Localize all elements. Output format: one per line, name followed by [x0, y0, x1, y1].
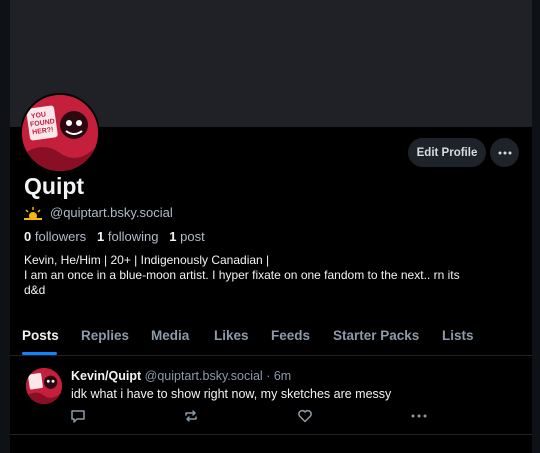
- reply-icon: [71, 410, 85, 423]
- post-header: Kevin/Quipt @quiptart.bsky.social · 6m: [71, 369, 291, 383]
- tab-replies[interactable]: Replies: [81, 328, 129, 343]
- tab-posts[interactable]: Posts: [22, 328, 59, 343]
- ellipsis-icon: [498, 151, 511, 154]
- tab-media[interactable]: Media: [151, 328, 189, 343]
- followers-count: 0: [24, 229, 32, 244]
- left-gutter: [0, 0, 10, 453]
- following-link[interactable]: 1 following: [97, 229, 158, 244]
- repost-icon: [185, 410, 197, 422]
- like-icon: [298, 409, 312, 423]
- posts-count: 1: [169, 229, 177, 244]
- display-name: Quipt: [24, 173, 85, 199]
- post-menu-icon: [411, 414, 427, 418]
- avatar-illustration: [26, 368, 62, 404]
- post-divider: [10, 434, 532, 435]
- following-label: following: [107, 229, 159, 244]
- post-author-avatar[interactable]: [26, 368, 62, 404]
- profile-stats: 0 followers 1 following 1 post: [24, 229, 205, 244]
- post-menu-button[interactable]: [410, 407, 428, 425]
- followers-label: followers: [34, 229, 87, 244]
- tab-starter-packs[interactable]: Starter Packs: [333, 328, 419, 343]
- post-author-handle[interactable]: @quiptart.bsky.social: [145, 369, 263, 383]
- right-gutter: [532, 0, 540, 453]
- tab-feeds[interactable]: Feeds: [271, 328, 310, 343]
- bio-line: Kevin, He/Him | 20+ | Indigenously Canad…: [24, 253, 270, 267]
- bio-line: I am an once in a blue-moon artist. I hy…: [24, 268, 460, 282]
- bio-line: d&d: [24, 283, 46, 297]
- posts-stat: 1 post: [169, 229, 204, 244]
- profile-tabs: Posts Replies Media Likes Feeds Starter …: [10, 318, 532, 356]
- profile-column: YOU FOUND HER?! Edit Profile Quipt @quip…: [10, 0, 532, 453]
- post-time[interactable]: 6m: [274, 369, 291, 383]
- following-count: 1: [97, 229, 105, 244]
- tab-lists[interactable]: Lists: [442, 328, 474, 343]
- followers-link[interactable]: 0 followers: [24, 229, 86, 244]
- handle-row: @quiptart.bsky.social: [24, 205, 173, 220]
- like-button[interactable]: [296, 407, 314, 425]
- posts-label: post: [180, 229, 205, 244]
- more-options-button[interactable]: [490, 138, 519, 167]
- profile-avatar[interactable]: YOU FOUND HER?!: [20, 93, 100, 173]
- reply-button[interactable]: [69, 407, 87, 425]
- tab-likes[interactable]: Likes: [214, 328, 249, 343]
- repost-button[interactable]: [182, 407, 200, 425]
- post-author-name[interactable]: Kevin/Quipt: [71, 369, 141, 383]
- post-separator: ·: [266, 369, 271, 383]
- profile-bio: Kevin, He/Him | 20+ | Indigenously Canad…: [24, 253, 514, 298]
- active-tab-indicator: [22, 352, 57, 355]
- sun-emoji: [24, 206, 42, 220]
- edit-profile-button[interactable]: Edit Profile: [408, 138, 486, 167]
- avatar-illustration: YOU FOUND HER?!: [22, 95, 98, 171]
- profile-handle: @quiptart.bsky.social: [50, 205, 173, 220]
- post-text[interactable]: idk what i have to show right now, my sk…: [71, 387, 391, 401]
